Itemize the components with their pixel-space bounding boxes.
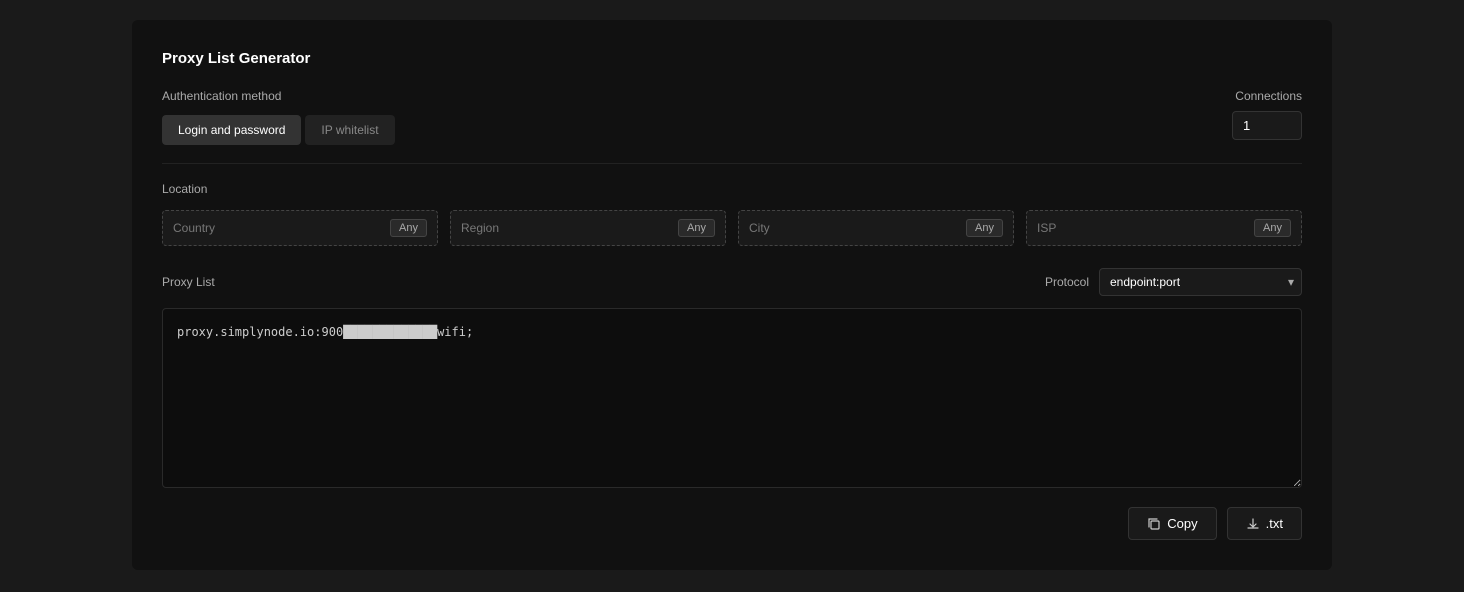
country-any-badge: Any [390,219,427,237]
region-any-badge: Any [678,219,715,237]
city-any-badge: Any [966,219,1003,237]
city-select[interactable]: City Any [738,210,1014,246]
auth-section-label: Authentication method [162,89,1232,103]
divider-1 [162,163,1302,164]
ip-whitelist-button[interactable]: IP whitelist [305,115,394,145]
action-buttons-row: Copy .txt [162,507,1302,540]
protocol-row: Protocol endpoint:port login:password@en… [1045,268,1302,296]
isp-label: ISP [1037,221,1056,235]
protocol-select[interactable]: endpoint:port login:password@endpoint:po… [1099,268,1302,296]
region-label: Region [461,221,499,235]
isp-select[interactable]: ISP Any [1026,210,1302,246]
city-label: City [749,221,770,235]
proxy-textarea[interactable]: proxy.simplynode.io:900█████████████wifi… [162,308,1302,488]
copy-label: Copy [1167,516,1197,531]
login-password-button[interactable]: Login and password [162,115,301,145]
connections-input[interactable] [1232,111,1302,140]
protocol-select-wrapper: endpoint:port login:password@endpoint:po… [1099,268,1302,296]
proxy-list-section: Proxy List Protocol endpoint:port login:… [162,268,1302,540]
location-filters-row: Country Any Region Any City Any ISP Any [162,210,1302,246]
proxy-list-header: Proxy List Protocol endpoint:port login:… [162,268,1302,296]
country-label: Country [173,221,215,235]
connections-label: Connections [1232,89,1302,103]
country-select[interactable]: Country Any [162,210,438,246]
copy-icon [1147,517,1161,531]
page-title: Proxy List Generator [162,50,1302,67]
region-select[interactable]: Region Any [450,210,726,246]
proxy-list-label: Proxy List [162,275,215,289]
download-icon [1246,517,1260,531]
location-section-label: Location [162,182,1302,196]
proxy-list-generator-card: Proxy List Generator Authentication meth… [132,20,1332,570]
protocol-label: Protocol [1045,275,1089,289]
txt-download-button[interactable]: .txt [1227,507,1302,540]
isp-any-badge: Any [1254,219,1291,237]
txt-label: .txt [1266,516,1283,531]
copy-button[interactable]: Copy [1128,507,1216,540]
auth-buttons-group: Login and password IP whitelist [162,115,1232,145]
